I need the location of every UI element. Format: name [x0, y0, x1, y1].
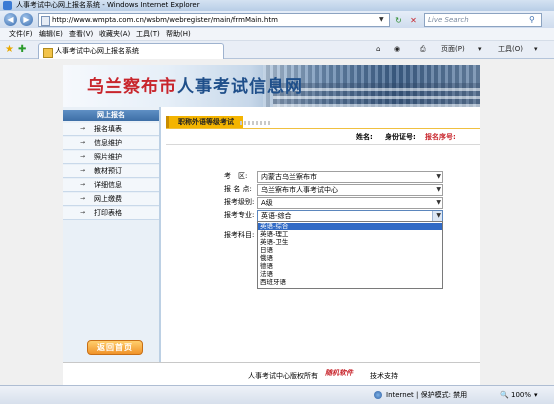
- reg-point-value: 乌兰察布市人事考试中心: [261, 186, 338, 194]
- divider: [166, 144, 480, 145]
- window-title: 人事考试中心网上报名系统 - Windows Internet Explorer: [16, 1, 200, 9]
- level-select[interactable]: A级 ▼: [257, 197, 443, 209]
- tab-row: ★ ✚ 人事考试中心网上报名系统: [0, 41, 554, 59]
- page-menu[interactable]: 页面(P): [441, 43, 465, 55]
- arrow-icon: →: [80, 181, 86, 188]
- menu-help[interactable]: 帮助(H): [166, 28, 191, 40]
- dropdown-option[interactable]: 日语: [258, 246, 442, 254]
- globe-icon: [374, 391, 382, 399]
- arrow-icon: →: [80, 195, 86, 202]
- tools-menu[interactable]: 工具(O): [498, 43, 523, 55]
- sidebar-item-label: 信息维护: [94, 139, 122, 147]
- sidebar-item-photo-maintain[interactable]: → 照片维护: [63, 151, 159, 164]
- site-logo-title: 乌兰察布市人事考试信息网: [87, 77, 303, 97]
- dropdown-option[interactable]: 俄语: [258, 254, 442, 262]
- exam-area-label: 考 区:: [224, 172, 248, 180]
- tab-page-icon: [43, 48, 53, 58]
- feeds-icon[interactable]: ◉: [394, 43, 400, 55]
- major-label: 报考专业:: [224, 211, 255, 219]
- sidebar-item-payment[interactable]: → 网上缴费: [63, 193, 159, 206]
- site-banner: 乌兰察布市人事考试信息网: [63, 65, 480, 107]
- dropdown-option[interactable]: 西班牙语: [258, 278, 442, 286]
- sidebar-item-label: 报名填表: [94, 125, 122, 133]
- arrow-icon: →: [80, 153, 86, 160]
- add-favorites-icon[interactable]: ✚: [18, 44, 26, 55]
- tab-main[interactable]: 人事考试中心网上报名系统: [38, 43, 224, 59]
- major-dropdown-list: 英语-综合 英语-理工 英语-卫生 日语 俄语 德语 法语 西班牙语: [257, 221, 443, 289]
- exam-area-value: 内蒙古乌兰察布市: [261, 173, 317, 181]
- search-placeholder: Live Search: [428, 16, 469, 24]
- address-dropdown-icon[interactable]: ▼: [379, 14, 384, 26]
- back-nav-icon[interactable]: ◀: [4, 13, 17, 26]
- id-label: 身份证号:: [385, 133, 416, 141]
- dropdown-option[interactable]: 德语: [258, 262, 442, 270]
- address-bar[interactable]: http://www.wmpta.com.cn/wsbm/webregister…: [38, 13, 390, 27]
- status-bar: Internet | 保护模式: 禁用 🔍 100% ▾: [0, 385, 554, 404]
- support-text: 技术支持: [370, 372, 398, 380]
- arrow-icon: →: [80, 209, 86, 216]
- sidebar-item-label: 详细信息: [94, 181, 122, 189]
- title-decoration: [240, 121, 270, 125]
- arrow-icon: →: [80, 139, 86, 146]
- sidebar-item-textbook[interactable]: → 教材预订: [63, 165, 159, 178]
- major-value: 英语-综合: [261, 212, 292, 220]
- home-icon[interactable]: ⌂: [376, 43, 380, 55]
- chevron-down-icon: ▼: [436, 199, 441, 206]
- reg-point-label: 报 名 点:: [224, 185, 252, 193]
- menu-favorites[interactable]: 收藏夹(A): [99, 28, 130, 40]
- tools-menu-arrow-icon[interactable]: ▾: [534, 43, 538, 55]
- banner-photo-detail: [273, 83, 480, 107]
- forward-nav-icon[interactable]: ▶: [20, 13, 33, 26]
- ie-icon: [3, 1, 12, 10]
- page-icon: [41, 16, 50, 26]
- level-label: 报考级别:: [224, 198, 255, 206]
- divider: [166, 128, 480, 129]
- refresh-icon[interactable]: ↻: [393, 15, 404, 26]
- menu-view[interactable]: 查看(V): [69, 28, 93, 40]
- name-label: 姓名:: [356, 133, 373, 141]
- print-icon[interactable]: ⎙: [420, 43, 426, 55]
- search-icon[interactable]: ⚲: [529, 14, 535, 26]
- chevron-down-icon: ▼: [436, 173, 441, 180]
- menu-file[interactable]: 文件(F): [9, 28, 33, 40]
- sidebar-header: 网上报名: [63, 110, 159, 121]
- dropdown-option[interactable]: 英语-卫生: [258, 238, 442, 246]
- stop-icon[interactable]: ✕: [408, 15, 419, 26]
- level-value: A级: [261, 199, 273, 207]
- zoom-arrow-icon[interactable]: ▾: [534, 386, 538, 404]
- chevron-down-icon: ▼: [436, 186, 441, 193]
- favorites-star-icon[interactable]: ★: [5, 44, 14, 55]
- sidebar-item-label: 照片维护: [94, 153, 122, 161]
- live-search-input[interactable]: Live Search ⚲: [424, 13, 542, 27]
- sidebar-item-label: 网上缴费: [94, 195, 122, 203]
- brand-logo: 随机软件: [325, 369, 353, 377]
- exam-area-select[interactable]: 内蒙古乌兰察布市 ▼: [257, 171, 443, 183]
- back-home-button[interactable]: 返回首页: [87, 340, 143, 355]
- zoom-level[interactable]: 100%: [511, 386, 531, 404]
- subject-label: 报考科目:: [224, 231, 255, 239]
- address-url[interactable]: http://www.wmpta.com.cn/wsbm/webregister…: [52, 14, 278, 26]
- chevron-down-icon: ▼: [436, 212, 441, 219]
- security-zone[interactable]: Internet | 保护模式: 禁用: [386, 386, 467, 404]
- page-title: 职称外语等级考试: [166, 116, 243, 128]
- regno-label: 报名序号:: [425, 133, 456, 141]
- reg-point-select[interactable]: 乌兰察布市人事考试中心 ▼: [257, 184, 443, 196]
- tab-title: 人事考试中心网上报名系统: [55, 47, 139, 55]
- arrow-icon: →: [80, 125, 86, 132]
- address-row: ◀ ▶ http://www.wmpta.com.cn/wsbm/webregi…: [0, 11, 554, 28]
- copyright-text: 人事考试中心版权所有: [248, 372, 318, 380]
- menu-tools[interactable]: 工具(T): [136, 28, 160, 40]
- page-footer: 人事考试中心版权所有 随机软件 技术支持: [63, 362, 480, 386]
- sidebar-item-register-form[interactable]: → 报名填表: [63, 123, 159, 136]
- arrow-icon: →: [80, 167, 86, 174]
- sidebar-item-info-maintain[interactable]: → 信息维护: [63, 137, 159, 150]
- menu-edit[interactable]: 编辑(E): [39, 28, 63, 40]
- sidebar-item-label: 教材预订: [94, 167, 122, 175]
- zoom-icon[interactable]: 🔍: [500, 386, 509, 404]
- page-menu-arrow-icon[interactable]: ▾: [478, 43, 482, 55]
- menu-bar: 文件(F) 编辑(E) 查看(V) 收藏夹(A) 工具(T) 帮助(H): [0, 28, 554, 41]
- sidebar-item-print[interactable]: → 打印表格: [63, 207, 159, 220]
- sidebar-item-label: 打印表格: [94, 209, 122, 217]
- sidebar-item-details[interactable]: → 详细信息: [63, 179, 159, 192]
